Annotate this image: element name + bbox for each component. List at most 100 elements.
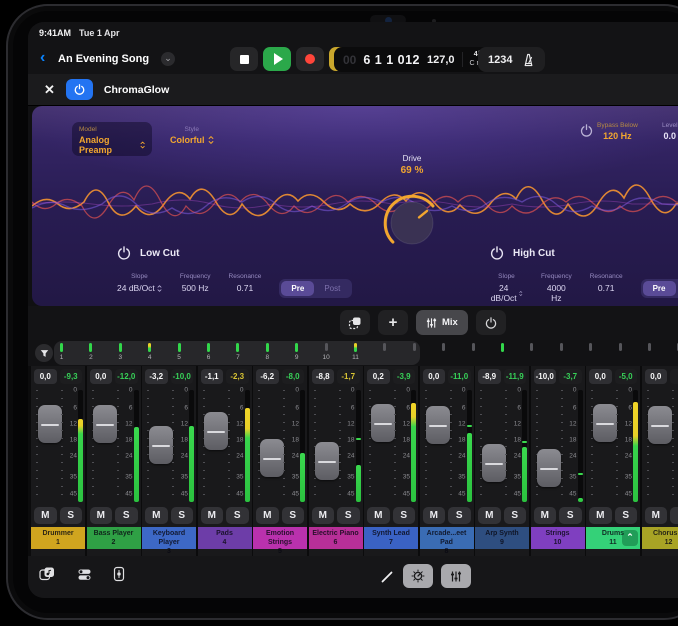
low-cut-frequency[interactable]: Frequency 500 Hz: [180, 273, 211, 293]
mute-button[interactable]: M: [367, 507, 390, 524]
fader-handle[interactable]: [482, 444, 506, 482]
low-cut-resonance[interactable]: Resonance 0.71: [229, 273, 262, 293]
solo-button[interactable]: S: [337, 507, 360, 524]
ruler-meter-tick[interactable]: [383, 343, 386, 351]
fader-handle[interactable]: [371, 404, 395, 442]
mixer-view-button[interactable]: [441, 564, 471, 588]
fader-handle[interactable]: [93, 405, 117, 443]
mute-button[interactable]: M: [145, 507, 168, 524]
track-label[interactable]: Synth Lead 7: [364, 527, 418, 549]
fader-track[interactable]: [368, 388, 397, 504]
high-cut-frequency[interactable]: Frequency 4000 Hz: [541, 273, 572, 303]
peak-db-value[interactable]: -12,0: [115, 369, 138, 384]
solo-button[interactable]: S: [615, 507, 638, 524]
fader-db-value[interactable]: 0,0: [589, 369, 612, 384]
solo-button[interactable]: S: [504, 507, 527, 524]
solo-button[interactable]: S: [393, 507, 416, 524]
track-label[interactable]: Keyboard Player 3: [142, 527, 196, 549]
song-title-chevron-icon[interactable]: ⌄: [161, 52, 175, 66]
ruler-meter-tick[interactable]: [472, 343, 475, 351]
solo-button[interactable]: S: [226, 507, 249, 524]
low-cut-power-icon[interactable]: [117, 246, 131, 260]
fader-track[interactable]: [590, 388, 619, 504]
fader-db-value[interactable]: -10,0: [534, 369, 557, 384]
high-cut-slope[interactable]: Slope 24 dB/Oct: [490, 273, 523, 303]
ruler-meter-tick[interactable]: [589, 343, 592, 351]
ruler-meter-tick[interactable]: [501, 343, 504, 352]
fader-handle[interactable]: [426, 406, 450, 444]
fader-track[interactable]: [146, 388, 175, 504]
track-label[interactable]: Arcade...eet Pad 8: [420, 527, 474, 549]
ruler-meter-tick[interactable]: [119, 343, 122, 352]
mute-button[interactable]: M: [34, 507, 57, 524]
peak-db-value[interactable]: -8,0: [282, 369, 305, 384]
fader-db-value[interactable]: 0,0: [423, 369, 446, 384]
duplicate-button[interactable]: [340, 310, 370, 335]
close-icon[interactable]: ✕: [44, 82, 55, 98]
fader-db-value[interactable]: -8,9: [478, 369, 501, 384]
solo-button[interactable]: S: [559, 507, 582, 524]
fader-track[interactable]: [202, 388, 231, 504]
fader-track[interactable]: [535, 388, 564, 504]
model-selector[interactable]: Model Analog Preamp: [72, 122, 152, 156]
stop-button[interactable]: [230, 47, 258, 71]
pencil-icon[interactable]: [380, 569, 395, 584]
track-label[interactable]: Strings 10: [531, 527, 585, 549]
ruler-meter-tick[interactable]: [560, 343, 563, 351]
back-chevron-icon[interactable]: ‹: [40, 48, 45, 68]
filter-button[interactable]: [35, 344, 53, 362]
mute-button[interactable]: M: [645, 507, 668, 524]
pre-button[interactable]: Pre: [281, 281, 314, 296]
count-in-button[interactable]: 1234: [488, 54, 512, 66]
level-control[interactable]: Level 0.0: [662, 122, 678, 141]
solo-button[interactable]: S: [448, 507, 471, 524]
peak-db-value[interactable]: [670, 369, 678, 384]
fader-track[interactable]: [646, 388, 675, 504]
fader-track[interactable]: [313, 388, 342, 504]
fader-handle[interactable]: [149, 426, 173, 464]
mute-button[interactable]: M: [589, 507, 612, 524]
mute-button[interactable]: M: [478, 507, 501, 524]
plugins-icon[interactable]: [77, 567, 92, 582]
channel-strip-icon[interactable]: [113, 566, 125, 582]
ruler-meter-tick[interactable]: [178, 343, 181, 352]
ruler-meter-tick[interactable]: [442, 343, 445, 351]
drive-knob[interactable]: [377, 188, 447, 258]
peak-db-value[interactable]: -1,7: [337, 369, 360, 384]
track-label[interactable]: Bass Player 2: [87, 527, 141, 549]
mixer-power-button[interactable]: [476, 310, 506, 335]
high-cut-power-icon[interactable]: [490, 246, 504, 260]
mute-button[interactable]: M: [201, 507, 224, 524]
peak-db-value[interactable]: -3,7: [559, 369, 582, 384]
loop-browser-icon[interactable]: [39, 566, 56, 582]
fader-handle[interactable]: [204, 412, 228, 450]
ruler-meter-tick[interactable]: [236, 343, 239, 352]
fader-db-value[interactable]: 0,2: [367, 369, 390, 384]
ruler-meter-tick[interactable]: [530, 343, 533, 351]
peak-db-value[interactable]: -10,0: [171, 369, 194, 384]
track-label[interactable]: Drummer 1: [31, 527, 85, 549]
fader-track[interactable]: [479, 388, 508, 504]
solo-button[interactable]: S: [60, 507, 83, 524]
plugin-power-button[interactable]: [66, 79, 93, 100]
track-label[interactable]: Drums 11 ⌃: [586, 527, 640, 549]
fader-handle[interactable]: [315, 442, 339, 480]
fader-db-value[interactable]: 0,0: [645, 369, 668, 384]
high-cut-resonance[interactable]: Resonance 0.71: [590, 273, 623, 293]
mute-button[interactable]: M: [423, 507, 446, 524]
fader-db-value[interactable]: 0,0: [90, 369, 113, 384]
fader-track[interactable]: [424, 388, 453, 504]
solo-button[interactable]: S: [670, 507, 678, 524]
peak-db-value[interactable]: -11,9: [504, 369, 527, 384]
peak-db-value[interactable]: -5,0: [615, 369, 638, 384]
track-label[interactable]: Electric Piano 6: [309, 527, 363, 549]
fader-handle[interactable]: [593, 404, 617, 442]
fader-handle[interactable]: [38, 405, 62, 443]
peak-db-value[interactable]: -9,3: [60, 369, 83, 384]
bypass-power-icon[interactable]: [580, 124, 593, 137]
ruler-meter-tick[interactable]: [413, 343, 416, 351]
fader-db-value[interactable]: -3,2: [145, 369, 168, 384]
ruler-meter-tick[interactable]: [354, 343, 357, 352]
fader-db-value[interactable]: -1,1: [201, 369, 224, 384]
fader-db-value[interactable]: -8,8: [312, 369, 335, 384]
